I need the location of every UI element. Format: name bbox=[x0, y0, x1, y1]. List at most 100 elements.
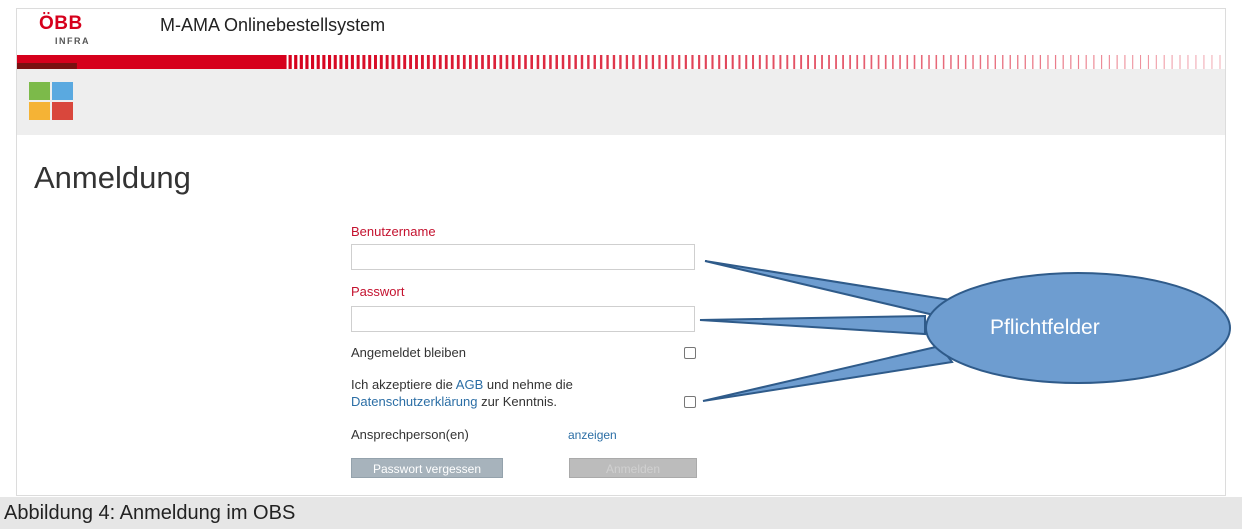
stripe-bar bbox=[1147, 55, 1149, 69]
stripe-bar bbox=[409, 55, 413, 69]
stripe-bar bbox=[438, 55, 442, 69]
stripe-bar bbox=[920, 55, 923, 69]
stripe-bar bbox=[856, 55, 859, 69]
stripe-bar bbox=[339, 55, 343, 69]
stripe-bar bbox=[1093, 55, 1095, 69]
stripe-bar bbox=[1187, 55, 1189, 69]
logo-sub-text: INFRA bbox=[55, 36, 90, 46]
stripe-bar bbox=[1211, 55, 1213, 69]
stripe-bar bbox=[420, 55, 424, 69]
app-tiles-icon[interactable] bbox=[29, 82, 73, 120]
stripe-bar bbox=[450, 55, 454, 69]
page-title: Anmeldung bbox=[34, 160, 191, 195]
login-button[interactable]: Anmelden bbox=[569, 458, 697, 478]
stripe-bar bbox=[814, 55, 816, 69]
stripe-bar bbox=[345, 55, 349, 69]
stripe-bar bbox=[475, 55, 478, 69]
stripe-bar bbox=[1070, 55, 1072, 69]
stripe-bar bbox=[1077, 55, 1080, 69]
password-label: Passwort bbox=[351, 284, 405, 299]
stripe-bar bbox=[772, 55, 775, 69]
stripe-bar bbox=[1039, 55, 1042, 69]
stripe-bar bbox=[385, 55, 389, 69]
forgot-password-button[interactable]: Passwort vergessen bbox=[351, 458, 503, 478]
stripe-bar bbox=[1124, 55, 1126, 69]
stripe-bar bbox=[786, 55, 789, 69]
stripe-bar bbox=[288, 55, 292, 69]
logo-main-text: ÖBB bbox=[39, 13, 83, 34]
stripe-bar bbox=[549, 55, 552, 69]
stripe-bar bbox=[593, 55, 596, 69]
stripe-bar bbox=[580, 55, 584, 69]
oebb-logo: ÖBB INFRA bbox=[39, 13, 99, 51]
stripe-bar bbox=[884, 55, 887, 69]
stripe-bar bbox=[807, 55, 810, 69]
stripe-bar bbox=[493, 55, 497, 69]
stripe-bar bbox=[1203, 55, 1205, 69]
username-input[interactable] bbox=[351, 244, 695, 270]
stripe-bar bbox=[316, 55, 320, 69]
stripe-bar bbox=[1195, 55, 1197, 69]
terms-checkbox[interactable] bbox=[684, 396, 696, 408]
contacts-show-link[interactable]: anzeigen bbox=[568, 427, 617, 444]
stripe-bar bbox=[979, 55, 982, 69]
terms-text: Ich akzeptiere die AGB und nehme die Dat… bbox=[351, 376, 651, 410]
stripe-bar bbox=[698, 55, 701, 69]
agb-link[interactable]: AGB bbox=[456, 377, 483, 392]
stripe-bar bbox=[765, 55, 768, 69]
stripe-bar bbox=[619, 55, 622, 69]
stripe-bar bbox=[468, 55, 472, 69]
stripe-bar bbox=[1101, 55, 1103, 69]
stripe-bar bbox=[731, 55, 734, 69]
password-input[interactable] bbox=[351, 306, 695, 332]
stripe-bar bbox=[704, 55, 707, 69]
callout-label: Pflichtfelder bbox=[990, 316, 1100, 339]
stripe-bar bbox=[1062, 55, 1064, 69]
stay-logged-in-checkbox[interactable] bbox=[684, 347, 696, 359]
header-bar: ÖBB INFRA M-AMA Onlinebestellsystem bbox=[17, 9, 1225, 55]
tile-red bbox=[52, 102, 73, 120]
stripe-bar bbox=[779, 55, 782, 69]
terms-middle: und nehme die bbox=[483, 377, 573, 392]
stripe-bar bbox=[587, 55, 590, 69]
stripe-bar bbox=[1163, 55, 1165, 69]
figure-caption: Abbildung 4: Anmeldung im OBS bbox=[0, 497, 1242, 529]
tile-blue bbox=[52, 82, 73, 100]
stripe-bar bbox=[1047, 55, 1049, 69]
stripe-bar bbox=[299, 55, 303, 69]
username-label: Benutzername bbox=[351, 224, 436, 239]
stripe-bar bbox=[373, 55, 377, 69]
stripe-bar bbox=[1002, 55, 1004, 69]
stripe-bar bbox=[711, 55, 714, 69]
stripe-bar bbox=[574, 55, 577, 69]
stripe-bar bbox=[536, 55, 540, 69]
stripe-bar bbox=[356, 55, 360, 69]
stripe-bar bbox=[942, 55, 945, 69]
stripe-bar bbox=[333, 55, 337, 69]
stripe-bar bbox=[678, 55, 681, 69]
stripe-bar bbox=[511, 55, 515, 69]
stripe-bar bbox=[444, 55, 448, 69]
stripe-bar bbox=[599, 55, 603, 69]
stripe-bar bbox=[638, 55, 642, 69]
stripe-bar bbox=[1132, 55, 1134, 69]
stripe-bar bbox=[555, 55, 558, 69]
toolbar bbox=[17, 69, 1225, 135]
stripe-bar bbox=[849, 55, 852, 69]
stripe-bar bbox=[745, 55, 748, 69]
stripe-bar bbox=[972, 55, 974, 69]
login-form: Benutzername Passwort Angemeldet bleiben… bbox=[351, 216, 721, 486]
stripe-bar bbox=[1155, 55, 1157, 69]
app-title: M-AMA Onlinebestellsystem bbox=[160, 15, 386, 35]
stripe-bar bbox=[800, 55, 803, 69]
stripe-bar bbox=[724, 55, 727, 69]
privacy-link[interactable]: Datenschutzerklärung bbox=[351, 394, 477, 409]
terms-prefix: Ich akzeptiere die bbox=[351, 377, 456, 392]
stripe-bar bbox=[542, 55, 546, 69]
stripe-bar bbox=[863, 55, 866, 69]
stripe-bar bbox=[368, 55, 372, 69]
stripe-bar bbox=[327, 55, 332, 69]
stripe-bar bbox=[362, 55, 366, 69]
stripe-bar bbox=[752, 55, 755, 69]
stripe-bar bbox=[738, 55, 741, 69]
